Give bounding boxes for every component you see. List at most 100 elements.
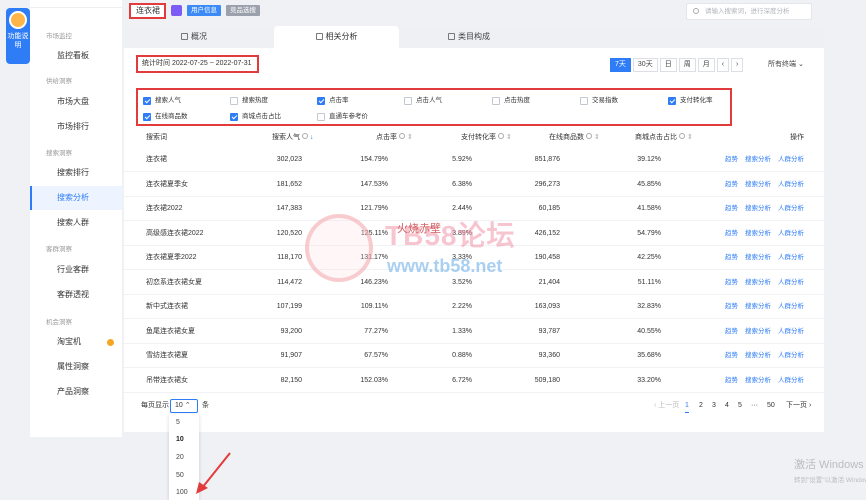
page-size-option-100[interactable]: 100 <box>176 488 188 498</box>
crowd-analysis-link[interactable]: 人群分析 <box>778 180 804 190</box>
col-header-online-items[interactable]: 在线商品数 ⇕ <box>549 133 600 143</box>
page-size-option-20[interactable]: 20 <box>176 453 184 463</box>
crowd-analysis-link[interactable]: 人群分析 <box>778 204 804 214</box>
metric-click-heat[interactable]: 点击热度 <box>492 96 530 106</box>
competitor-chip[interactable]: 竞品选搜 <box>226 5 260 16</box>
keyword-search-input[interactable]: 请输入搜索词，进行深度分析 <box>686 3 812 20</box>
sidebar-item-search-analysis[interactable]: 搜索分析 <box>30 186 122 210</box>
sidebar-item-industry-crowd[interactable]: 行业客群 <box>30 258 122 282</box>
sidebar-item-product-insight[interactable]: 产品洞察 <box>30 380 122 404</box>
next-period-button[interactable]: › <box>731 58 744 72</box>
keyword-tag[interactable]: 连衣裙 <box>129 3 166 19</box>
sidebar-item-crowd-perspective[interactable]: 客群透视 <box>30 283 122 307</box>
sidebar-item-search-rank[interactable]: 搜索排行 <box>30 161 122 185</box>
trend-link[interactable]: 趋势 <box>725 376 738 386</box>
col-header-search-popularity[interactable]: 搜索人气 ↓ <box>272 133 313 143</box>
metric-search-heat[interactable]: 搜索热度 <box>230 96 268 106</box>
trend-link[interactable]: 趋势 <box>725 229 738 239</box>
sidebar-item-taobao-opportunity[interactable]: 淘宝机 <box>30 330 122 354</box>
page-4[interactable]: 4 <box>725 400 729 412</box>
channel-select[interactable]: 所有终端 ⌄ <box>768 58 804 72</box>
trend-link[interactable]: 趋势 <box>725 351 738 361</box>
trend-link[interactable]: 趋势 <box>725 155 738 165</box>
crowd-analysis-link[interactable]: 人群分析 <box>778 278 804 288</box>
trend-link[interactable]: 趋势 <box>725 278 738 288</box>
metric-mall-click-share[interactable]: 商城点击占比 <box>230 112 281 122</box>
sidebar-item-market-overview[interactable]: 市场大盘 <box>30 90 122 114</box>
metric-ztc-price[interactable]: 直通车参考价 <box>317 112 368 122</box>
sidebar-group-label: 搜索洞察 <box>46 150 72 157</box>
tab-category-composition[interactable]: 类目构成 <box>434 26 504 48</box>
cell-keyword: 高级感连衣裙2022 <box>146 229 204 237</box>
prev-page-button[interactable]: ‹ 上一页 <box>654 400 679 412</box>
tab-related-analysis[interactable]: 相关分析 <box>274 26 399 48</box>
trend-link[interactable]: 趋势 <box>725 253 738 263</box>
crowd-analysis-link[interactable]: 人群分析 <box>778 155 804 165</box>
page-size-option-5[interactable]: 5 <box>176 418 180 428</box>
page-size-select[interactable]: 10 ⌃ <box>170 399 198 413</box>
metric-click-popularity[interactable]: 点击人气 <box>404 96 442 106</box>
next-page-button[interactable]: 下一页 › <box>786 400 811 412</box>
page-size-option-10[interactable]: 10 <box>176 435 184 445</box>
col-header-mall-click-share[interactable]: 商城点击占比 ⇕ <box>635 133 693 143</box>
metric-label: 点击率 <box>329 97 349 104</box>
search-analysis-link[interactable]: 搜索分析 <box>745 253 771 263</box>
crowd-analysis-link[interactable]: 人群分析 <box>778 327 804 337</box>
metric-pay-conversion[interactable]: 支付转化率 <box>668 96 713 106</box>
prev-period-button[interactable]: ‹ <box>716 58 730 72</box>
period-30-days[interactable]: 30天 <box>632 58 658 72</box>
trend-link[interactable]: 趋势 <box>725 302 738 312</box>
period-day[interactable]: 日 <box>659 58 677 72</box>
search-analysis-link[interactable]: 搜索分析 <box>745 327 771 337</box>
metric-label: 点击热度 <box>504 97 530 104</box>
sidebar-item-search-crowd[interactable]: 搜索人群 <box>30 211 122 235</box>
mascot-icon <box>9 11 27 29</box>
cell-online-items: 93,360 <box>538 352 560 359</box>
col-header-click-rate[interactable]: 点击率 ⇕ <box>376 133 413 143</box>
period-7-days[interactable]: 7天 <box>610 58 631 72</box>
search-analysis-link[interactable]: 搜索分析 <box>745 376 771 386</box>
metric-click-rate[interactable]: 点击率 <box>317 96 349 106</box>
search-analysis-link[interactable]: 搜索分析 <box>745 180 771 190</box>
crowd-analysis-link[interactable]: 人群分析 <box>778 351 804 361</box>
metric-online-items[interactable]: 在线商品数 <box>143 112 188 122</box>
metric-trade-index[interactable]: 交易指数 <box>580 96 618 106</box>
col-header-keyword: 搜索词 <box>146 134 167 141</box>
cell-search-popularity: 107,199 <box>276 303 302 310</box>
sort-icon: ⇕ <box>592 134 600 141</box>
page-3[interactable]: 3 <box>712 400 716 412</box>
function-help-badge[interactable]: 功能说明 <box>6 8 30 64</box>
metric-label: 直通车参考价 <box>329 113 368 120</box>
page-2[interactable]: 2 <box>699 400 703 412</box>
period-week[interactable]: 周 <box>678 58 696 72</box>
crowd-analysis-link[interactable]: 人群分析 <box>778 302 804 312</box>
sidebar-item-attribute-insight[interactable]: 属性洞察 <box>30 355 122 379</box>
sidebar-item-monitor-board[interactable]: 监控看板 <box>30 44 122 68</box>
search-analysis-link[interactable]: 搜索分析 <box>745 155 771 165</box>
trend-link[interactable]: 趋势 <box>725 327 738 337</box>
search-analysis-link[interactable]: 搜索分析 <box>745 351 771 361</box>
col-header-pay-conversion[interactable]: 支付转化率 ⇕ <box>461 133 512 143</box>
cell-pay-conversion: 3.33% <box>452 254 472 261</box>
period-month[interactable]: 月 <box>697 58 715 72</box>
crowd-analysis-link[interactable]: 人群分析 <box>778 253 804 263</box>
page-5[interactable]: 5 <box>738 400 742 412</box>
tab-overview[interactable]: 概况 <box>164 26 224 48</box>
trend-link[interactable]: 趋势 <box>725 180 738 190</box>
switch-icon[interactable] <box>171 5 182 16</box>
channel-value: 所有终端 <box>768 61 796 68</box>
search-analysis-link[interactable]: 搜索分析 <box>745 204 771 214</box>
search-analysis-link[interactable]: 搜索分析 <box>745 278 771 288</box>
page-50[interactable]: 50 <box>767 400 775 412</box>
metric-search-popularity[interactable]: 搜索人气 <box>143 96 181 106</box>
user-info-chip[interactable]: 用户信息 <box>187 5 221 16</box>
crowd-analysis-link[interactable]: 人群分析 <box>778 229 804 239</box>
trend-link[interactable]: 趋势 <box>725 204 738 214</box>
page-1[interactable]: 1 <box>685 400 689 413</box>
search-analysis-link[interactable]: 搜索分析 <box>745 302 771 312</box>
page-size-option-50[interactable]: 50 <box>176 471 184 481</box>
sidebar-item-market-rank[interactable]: 市场排行 <box>30 115 122 139</box>
cell-search-popularity: 181,652 <box>276 180 302 188</box>
crowd-analysis-link[interactable]: 人群分析 <box>778 376 804 386</box>
search-analysis-link[interactable]: 搜索分析 <box>745 229 771 239</box>
